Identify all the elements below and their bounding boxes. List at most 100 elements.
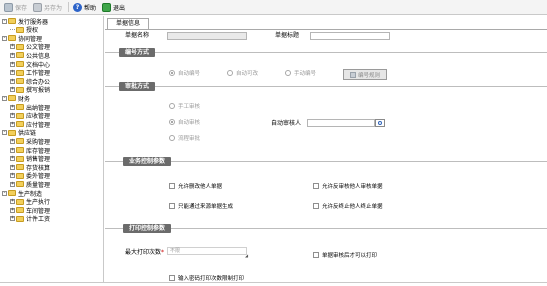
checkbox xyxy=(313,203,319,209)
radio-dot xyxy=(169,103,175,109)
radio-dot xyxy=(227,70,233,76)
doc-title-field[interactable] xyxy=(310,32,390,40)
expand-icon[interactable]: + xyxy=(10,138,15,144)
tree-item[interactable]: + 出纳管理 xyxy=(10,103,50,112)
expand-icon[interactable]: + xyxy=(10,70,15,76)
tree-item[interactable]: + 车间管理 xyxy=(10,206,50,215)
tree-item[interactable]: - 财务 xyxy=(2,94,30,103)
print-divider xyxy=(105,228,547,229)
expand-icon[interactable]: + xyxy=(10,207,15,213)
tree-item[interactable]: + 计件工资 xyxy=(10,215,50,223)
max-print-field[interactable]: 不限 xyxy=(167,247,247,255)
radio-manual-audit[interactable]: 手工审核 xyxy=(169,102,200,110)
radio-label: 自动可改 xyxy=(236,71,259,77)
tree-item[interactable]: + 撰写报销 xyxy=(10,86,50,94)
radio-dot xyxy=(169,70,175,76)
checkbox-label: 允许删改他人单据 xyxy=(178,184,223,190)
tree-item[interactable]: + 综合办公 xyxy=(10,77,50,86)
collapse-icon[interactable]: - xyxy=(2,95,7,101)
expand-icon[interactable]: + xyxy=(10,52,15,58)
doc-name-field[interactable] xyxy=(167,32,247,40)
auditor-field[interactable] xyxy=(307,119,375,127)
expand-icon[interactable]: + xyxy=(10,181,15,187)
radio-manual-number[interactable]: 手动编号 xyxy=(285,69,316,77)
tree-item[interactable]: + 公共信息 xyxy=(10,51,50,60)
folder-icon xyxy=(16,198,24,205)
folder-icon xyxy=(16,147,24,153)
folder-icon xyxy=(16,155,24,162)
collapse-icon[interactable]: - xyxy=(2,18,7,24)
tree-item[interactable]: + 应付管理 xyxy=(10,120,50,129)
tree-item[interactable]: + 库存管理 xyxy=(10,146,50,155)
tree-item[interactable]: + 公文管理 xyxy=(10,43,50,51)
radio-auto-editable[interactable]: 自动可改 xyxy=(227,69,258,77)
save-icon xyxy=(4,2,13,12)
expand-icon[interactable]: + xyxy=(10,44,15,50)
toolbar-separator xyxy=(68,2,70,12)
expand-icon[interactable]: + xyxy=(10,156,15,162)
expand-icon[interactable]: + xyxy=(10,61,15,67)
expand-icon[interactable]: + xyxy=(10,78,15,84)
radio-label: 自动编号 xyxy=(178,71,201,77)
check-allow-unaudit-others[interactable]: 允许反审核他人审核单据 xyxy=(313,182,383,190)
business-divider xyxy=(105,161,547,162)
check-source-only[interactable]: 只能通过来源单据生成 xyxy=(169,202,233,210)
radio-auto-number[interactable]: 自动编号 xyxy=(169,69,200,77)
expand-icon[interactable]: + xyxy=(10,147,15,153)
expand-icon[interactable]: + xyxy=(10,87,15,93)
tab-doc-info[interactable]: 单据信息 xyxy=(107,18,150,29)
expand-icon[interactable]: + xyxy=(10,104,15,110)
tree-item[interactable]: + 工作管理 xyxy=(10,69,50,77)
collapse-icon[interactable]: - xyxy=(2,130,7,136)
radio-auto-audit[interactable]: 自动审核 xyxy=(169,118,200,126)
tree-item[interactable]: + 应收管理 xyxy=(10,112,50,120)
folder-icon xyxy=(16,164,24,171)
tree-item[interactable]: + 采购管理 xyxy=(10,137,50,146)
auditor-lookup-button[interactable] xyxy=(375,119,385,127)
tree-item[interactable]: + 文档中心 xyxy=(10,60,50,69)
tree-item[interactable]: - 协同管理 xyxy=(2,34,42,43)
expand-icon[interactable]: + xyxy=(10,121,15,127)
tree-item[interactable]: - 供应链 xyxy=(2,129,36,137)
search-icon xyxy=(378,121,382,125)
save-as-button[interactable]: 另存为 xyxy=(31,1,64,14)
checkbox-label: 单据审核后才可以打印 xyxy=(322,253,378,259)
expand-icon[interactable]: + xyxy=(10,173,15,179)
tree-item[interactable]: + 销售管理 xyxy=(10,155,50,163)
checkbox-label: 只能通过来源单据生成 xyxy=(178,204,234,210)
save-button[interactable]: 保存 xyxy=(2,1,29,14)
tree-item[interactable]: 授权 xyxy=(10,26,38,34)
radio-dot xyxy=(169,119,175,125)
exit-button[interactable]: 退出 xyxy=(100,1,127,14)
checkbox xyxy=(313,183,319,189)
check-allow-unterminate-others[interactable]: 允许反终止他人终止单据 xyxy=(313,202,383,210)
tree-item[interactable]: + 委外管理 xyxy=(10,172,50,180)
folder-icon xyxy=(16,86,24,93)
max-print-label: 最大打印次数* xyxy=(125,249,165,256)
tree-item[interactable]: + 存货核算 xyxy=(10,163,50,172)
checkbox-label: 允许反终止他人终止单据 xyxy=(322,204,383,210)
help-button[interactable]: ? 帮助 xyxy=(71,1,98,14)
expand-icon[interactable]: + xyxy=(10,164,15,170)
save-label: 保存 xyxy=(15,4,28,12)
tree-item[interactable]: - 发行服务器 xyxy=(2,17,48,26)
number-rule-button[interactable]: 编号规则 xyxy=(343,69,387,80)
expand-icon[interactable]: + xyxy=(10,216,15,222)
check-print-password[interactable]: 输入密码打印次数限制打印 xyxy=(169,274,244,282)
collapse-icon[interactable]: - xyxy=(2,190,7,196)
collapse-icon[interactable]: - xyxy=(2,35,7,41)
save-as-label: 另存为 xyxy=(44,4,63,12)
toolbar: 保存 另存为 ? 帮助 退出 xyxy=(0,0,547,15)
approval-section-title: 审批方式 xyxy=(119,82,156,91)
radio-workflow-approval[interactable]: 流程审批 xyxy=(169,134,200,142)
check-print-after-audit[interactable]: 单据审核后才可以打印 xyxy=(313,251,377,259)
tree-item[interactable]: + 质量管理 xyxy=(10,180,50,189)
expand-icon[interactable]: + xyxy=(10,113,15,119)
checkbox xyxy=(169,183,175,189)
tree-item[interactable]: + 生产执行 xyxy=(10,198,50,206)
exit-icon xyxy=(102,2,112,12)
checkbox xyxy=(169,203,175,209)
expand-icon[interactable]: + xyxy=(10,199,15,205)
tree-item[interactable]: - 生产制造 xyxy=(2,189,42,198)
check-allow-edit-others[interactable]: 允许删改他人单据 xyxy=(169,182,222,190)
